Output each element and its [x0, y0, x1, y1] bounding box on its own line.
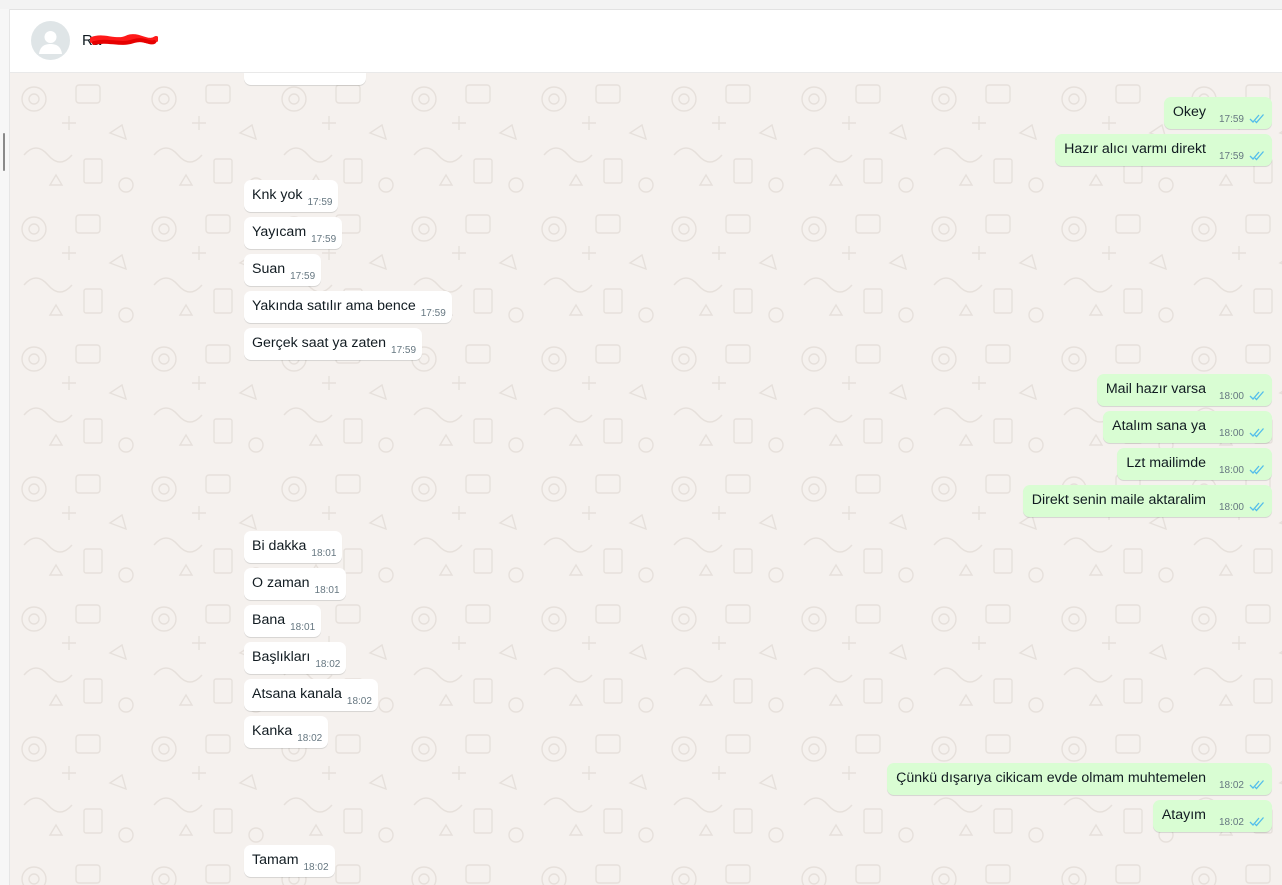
- message-time: 17:59: [290, 271, 316, 282]
- double-check-icon: [1249, 151, 1264, 161]
- message-text: Çünkü dışarıya cikicam evde olmam muhtem…: [896, 770, 1206, 786]
- message-time: 18:02: [303, 862, 329, 873]
- double-check-icon: [1249, 780, 1264, 790]
- message-text: Mail hazır varsa: [1105, 381, 1206, 397]
- message-text: O zaman: [252, 575, 310, 591]
- message-text: Yakında satılır ama bence: [252, 298, 416, 314]
- message-bubble-incoming[interactable]: O zaman 18:01: [244, 568, 346, 600]
- double-check-icon: [1249, 817, 1264, 827]
- message-bubble-outgoing[interactable]: Atayım 18:02: [1152, 800, 1272, 832]
- message-text: Lzt mailimde: [1126, 455, 1206, 471]
- message-time: 17:59: [391, 345, 417, 356]
- contact-avatar[interactable]: [31, 21, 70, 60]
- message-time: 17:59: [307, 197, 333, 208]
- person-silhouette-icon: [39, 31, 62, 54]
- message-bubble-outgoing[interactable]: Hazır alıcı varmı direkt 17:59: [1055, 134, 1272, 166]
- message-text: Atsana kanala: [252, 686, 342, 702]
- message-time: 17:59: [1218, 151, 1244, 162]
- message-text: Gerçek saat ya zaten: [252, 335, 387, 351]
- message-bubble-incoming[interactable]: Başlıkları 18:02: [244, 642, 347, 674]
- message-time: 17:59: [420, 308, 446, 319]
- message-time: 18:01: [311, 548, 337, 559]
- double-check-icon: [1249, 114, 1264, 124]
- message-text: Bana: [252, 612, 286, 628]
- message-text: Direkt senin maile aktaralim: [1031, 492, 1206, 508]
- message-bubble-incoming[interactable]: Yayıcam 17:59: [244, 217, 343, 249]
- message-bubble-incoming[interactable]: Atsana kanala 18:02: [244, 679, 378, 711]
- message-bubble-incoming[interactable]: Gerçek saat ya zaten 17:59: [244, 328, 423, 360]
- message-time: 18:00: [1218, 428, 1244, 439]
- message-bubble-outgoing[interactable]: Çünkü dışarıya cikicam evde olmam muhtem…: [887, 763, 1272, 795]
- window-top-bar: [0, 0, 1282, 10]
- message-bubble-incoming[interactable]: Kanka 18:02: [244, 716, 329, 748]
- message-time: 18:02: [1218, 817, 1244, 828]
- message-time: 18:02: [297, 733, 323, 744]
- message-bubble-outgoing[interactable]: Direkt senin maile aktaralim 18:00: [1022, 485, 1272, 517]
- message-text: Hazır alıcı varmı direkt: [1064, 141, 1206, 157]
- message-time: 18:00: [1218, 502, 1244, 513]
- message-time: 18:00: [1218, 465, 1244, 476]
- message-time: 17:59: [1218, 114, 1244, 125]
- name-redaction-scribble: [90, 34, 158, 45]
- double-check-icon: [1249, 465, 1264, 475]
- message-bubble-incoming[interactable]: Yakında satılır ama bence 17:59: [244, 291, 452, 323]
- message-time: 18:02: [346, 696, 372, 707]
- message-bubble-outgoing[interactable]: Mail hazır varsa 18:00: [1096, 374, 1272, 406]
- message-bubble-incoming[interactable]: Suan 17:59: [244, 254, 322, 286]
- message-bubble-outgoing[interactable]: Okey 17:59: [1163, 97, 1272, 129]
- message-text: Bi dakka: [252, 538, 307, 554]
- message-text: Suan: [252, 261, 286, 277]
- message-time: 18:01: [290, 622, 316, 633]
- chat-panel[interactable]: Okey 17:59 Hazır alıcı varmı direkt 17:5…: [10, 73, 1282, 885]
- message-time: 18:02: [1218, 780, 1244, 791]
- message-bubble-outgoing[interactable]: Atalım sana ya 18:00: [1103, 411, 1272, 443]
- chat-header[interactable]: Ra: [10, 10, 1282, 73]
- message-bubble-incoming[interactable]: Bi dakka 18:01: [244, 531, 343, 563]
- message-text: Atalım sana ya: [1112, 418, 1206, 434]
- double-check-icon: [1249, 428, 1264, 438]
- message-bubble-incoming[interactable]: Knk yok 17:59: [244, 180, 339, 212]
- message-time: 18:01: [314, 585, 340, 596]
- message-text: Okey: [1172, 104, 1206, 120]
- side-rail: [0, 9, 10, 885]
- double-check-icon: [1249, 391, 1264, 401]
- message-text: Başlıkları: [252, 649, 311, 665]
- message-text: Tamam: [252, 852, 299, 868]
- message-time: 17:59: [311, 234, 337, 245]
- message-text: Yayıcam: [252, 224, 307, 240]
- double-check-icon: [1249, 502, 1264, 512]
- message-time: 18:00: [1218, 391, 1244, 402]
- message-text: Kanka: [252, 723, 293, 739]
- message-text: Knk yok: [252, 187, 303, 203]
- resize-handle[interactable]: [3, 133, 5, 171]
- message-bubble-incoming[interactable]: Bana 18:01: [244, 605, 322, 637]
- message-text: Atayım: [1161, 807, 1206, 823]
- message-time: 18:02: [315, 659, 341, 670]
- partial-message-bubble: [244, 73, 366, 85]
- message-bubble-outgoing[interactable]: Lzt mailimde 18:00: [1117, 448, 1272, 480]
- message-bubble-incoming[interactable]: Tamam 18:02: [244, 845, 335, 877]
